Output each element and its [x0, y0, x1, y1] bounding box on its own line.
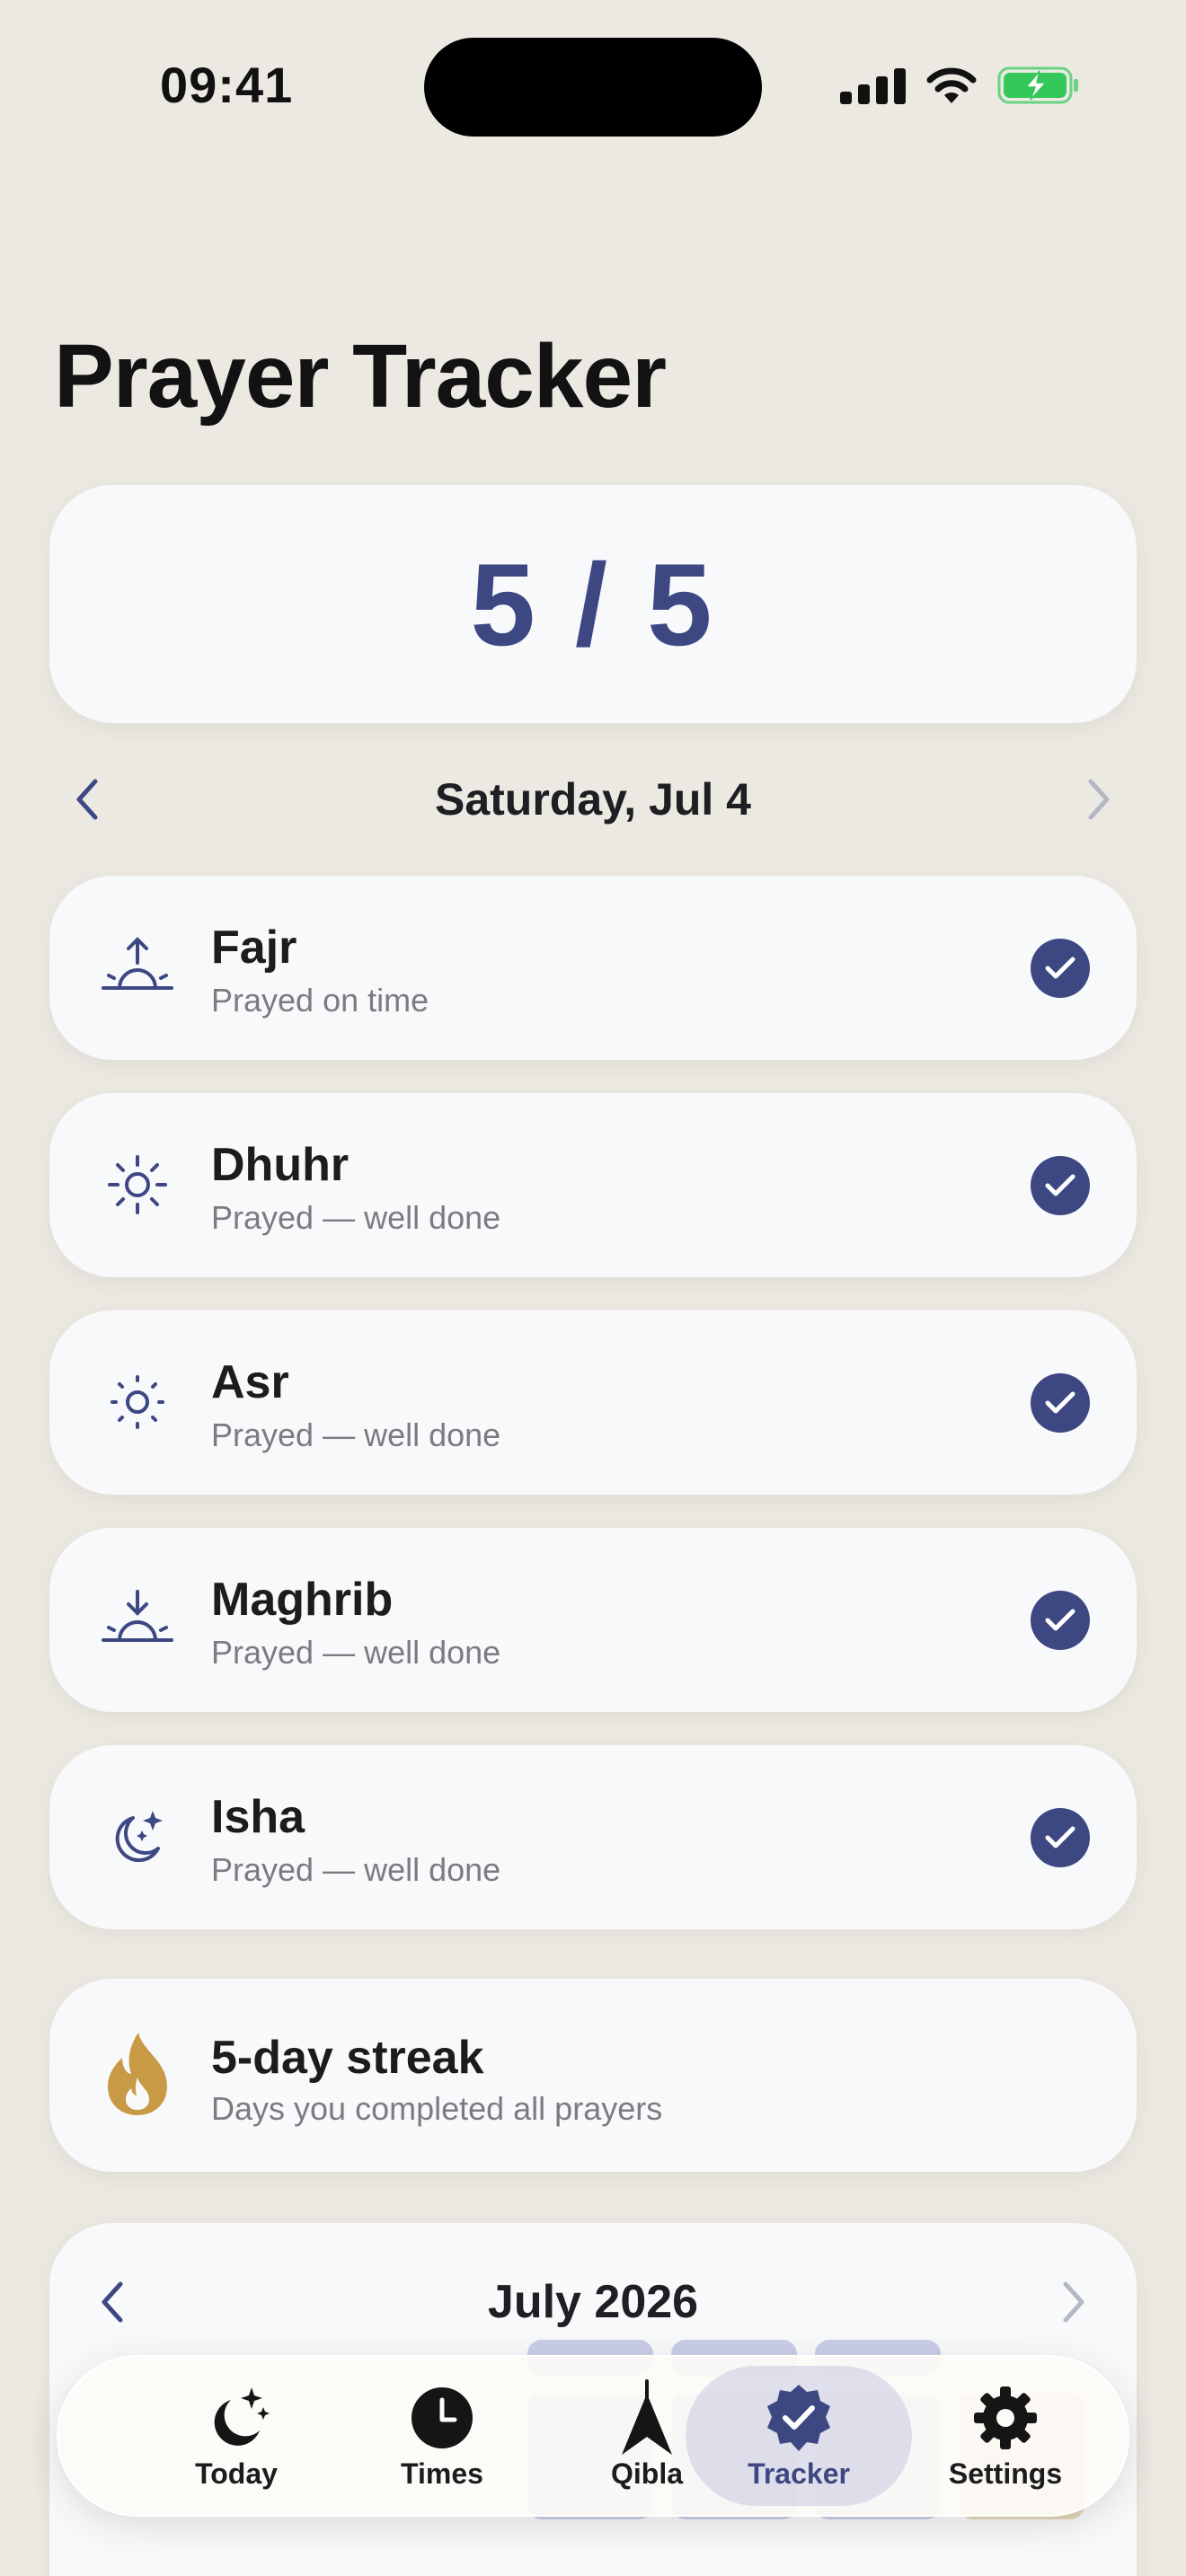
- calendar-month-label: July 2026: [487, 2276, 699, 2328]
- gear-icon: [969, 2382, 1041, 2454]
- prayer-score-card: 5 / 5: [49, 485, 1137, 723]
- tab-settings[interactable]: Settings: [902, 2355, 1109, 2517]
- prayed-checkmark-button[interactable]: [1031, 1591, 1090, 1650]
- prayer-card-isha[interactable]: Isha Prayed — well done: [49, 1745, 1137, 1929]
- prayer-card-asr[interactable]: Asr Prayed — well done: [49, 1310, 1137, 1495]
- dynamic-island: [424, 38, 762, 137]
- prayer-name: Asr: [211, 1356, 289, 1408]
- prayer-name: Isha: [211, 1791, 305, 1843]
- prayed-checkmark-button[interactable]: [1031, 1156, 1090, 1215]
- chevron-left-icon: [76, 779, 98, 820]
- prayer-status: Prayed on time: [211, 982, 429, 1019]
- prayer-name: Maghrib: [211, 1574, 394, 1626]
- tab-label: Qibla: [610, 2457, 683, 2490]
- prayer-card-maghrib[interactable]: Maghrib Prayed — well done: [49, 1528, 1137, 1712]
- tab-label: Times: [401, 2457, 483, 2490]
- compass-arrow-icon: [611, 2378, 683, 2455]
- prayer-status: Prayed — well done: [211, 1199, 501, 1236]
- moon-stars-icon: [200, 2382, 272, 2454]
- next-month-button[interactable]: [1049, 2277, 1099, 2327]
- moon-stars-icon: [93, 1792, 182, 1882]
- previous-day-button[interactable]: [62, 774, 112, 825]
- status-time: 09:41: [160, 57, 294, 113]
- chevron-right-icon: [1088, 779, 1110, 820]
- streak-card: 5-day streak Days you completed all pray…: [49, 1979, 1137, 2172]
- cellular-signal-icon: [840, 66, 906, 104]
- checkmark-icon: [1045, 957, 1075, 979]
- prayer-name: Fajr: [211, 922, 297, 974]
- tab-bar: Today Times Qibla Tracker Settings: [57, 2355, 1129, 2517]
- prayer-name: Dhuhr: [211, 1139, 350, 1191]
- flame-icon: [93, 2029, 182, 2119]
- chevron-right-icon: [1063, 2281, 1084, 2323]
- checkmark-icon: [1045, 1609, 1075, 1631]
- checkmark-icon: [1045, 1174, 1075, 1196]
- prayed-checkmark-button[interactable]: [1031, 1808, 1090, 1867]
- tab-label: Today: [195, 2457, 278, 2490]
- next-day-button[interactable]: [1074, 774, 1124, 825]
- clock-icon: [406, 2382, 478, 2454]
- tab-tracker[interactable]: Tracker: [695, 2355, 902, 2517]
- tab-today[interactable]: Today: [133, 2355, 340, 2517]
- checkmark-icon: [1045, 1826, 1075, 1848]
- status-icons: [840, 63, 1080, 108]
- prayer-score: 5 / 5: [470, 538, 716, 670]
- prayer-card-fajr[interactable]: Fajr Prayed on time: [49, 876, 1137, 1060]
- prayed-checkmark-button[interactable]: [1031, 1373, 1090, 1433]
- battery-charging-icon: [997, 66, 1078, 104]
- checkmark-seal-icon: [763, 2382, 835, 2454]
- sun-small-icon: [93, 1357, 182, 1447]
- tab-times[interactable]: Times: [339, 2355, 545, 2517]
- prayer-status: Prayed — well done: [211, 1851, 501, 1888]
- prayer-status: Prayed — well done: [211, 1634, 501, 1671]
- tab-label: Tracker: [748, 2457, 850, 2490]
- checkmark-icon: [1045, 1391, 1075, 1414]
- sun-icon: [93, 1140, 182, 1230]
- wifi-icon: [926, 67, 977, 103]
- sunset-icon: [93, 1575, 182, 1664]
- date-navigator: Saturday, Jul 4: [49, 763, 1137, 835]
- date-label: Saturday, Jul 4: [435, 774, 751, 825]
- prayer-card-dhuhr[interactable]: Dhuhr Prayed — well done: [49, 1093, 1137, 1277]
- page-title: Prayer Tracker: [54, 326, 667, 427]
- prayed-checkmark-button[interactable]: [1031, 939, 1090, 998]
- prayer-status: Prayed — well done: [211, 1416, 501, 1453]
- status-bar: 09:41: [0, 0, 1186, 171]
- streak-title: 5-day streak: [211, 2032, 484, 2084]
- sunrise-icon: [93, 922, 182, 1012]
- tab-label: Settings: [948, 2457, 1063, 2490]
- streak-subtitle: Days you completed all prayers: [211, 2090, 663, 2127]
